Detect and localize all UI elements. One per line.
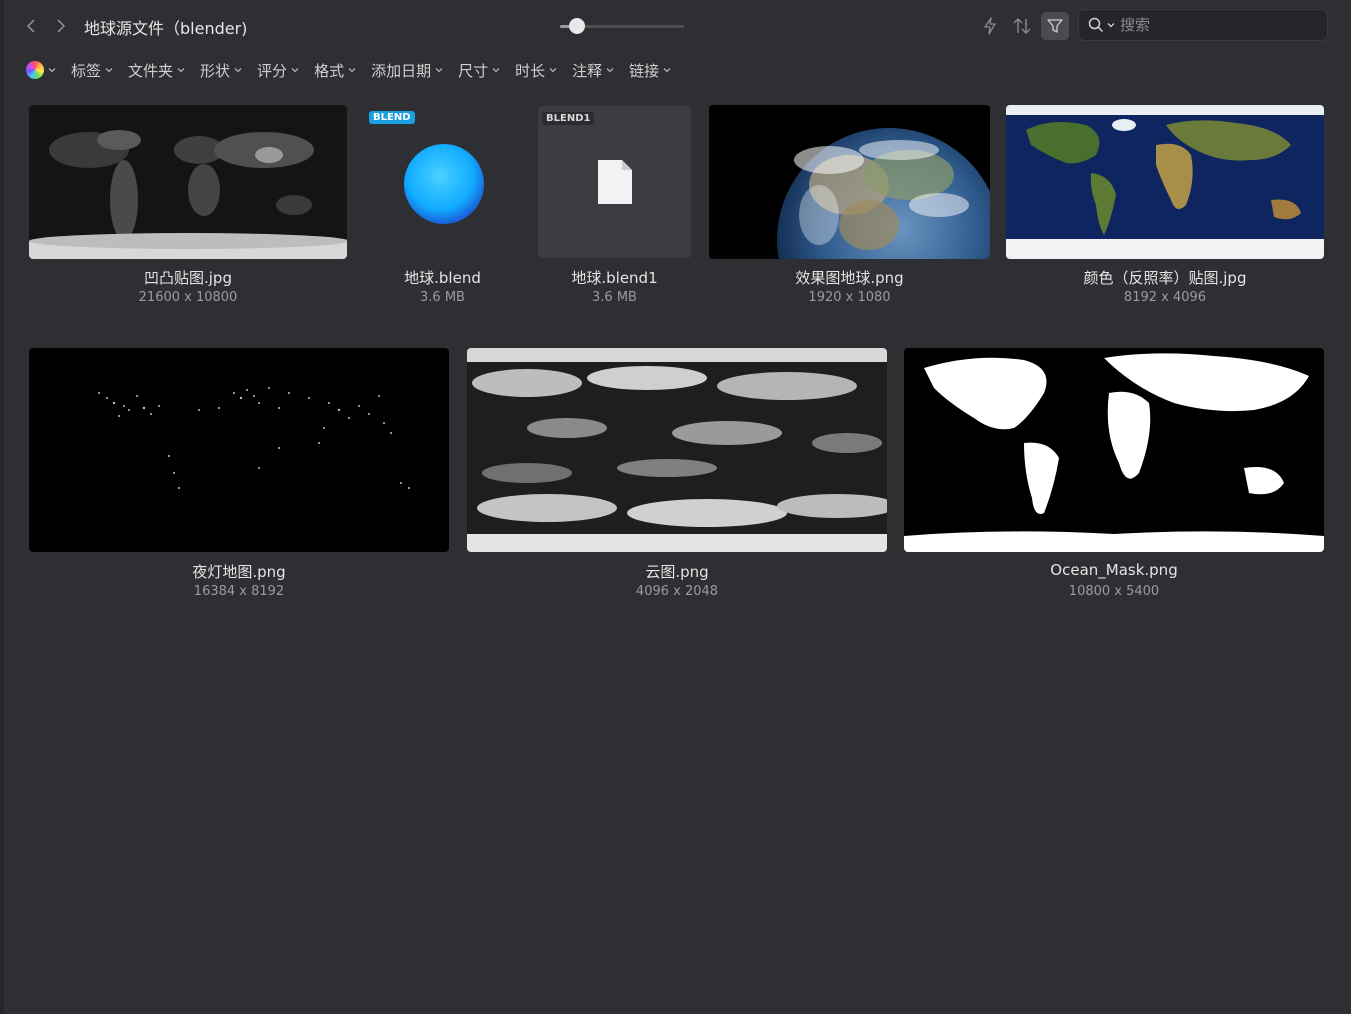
- filter-label: 链接: [629, 61, 660, 80]
- filter-date-added[interactable]: 添加日期: [371, 60, 444, 81]
- thumbnail: [1006, 105, 1324, 259]
- filter-label: 标签: [71, 61, 102, 80]
- sphere-icon: [404, 144, 484, 224]
- file-meta: 8192 x 4096: [1123, 290, 1207, 305]
- file-meta: 3.6 MB: [420, 290, 465, 305]
- filter-label: 时长: [515, 61, 546, 80]
- color-wheel-icon: [26, 61, 44, 79]
- file-meta: 4096 x 2048: [635, 584, 719, 599]
- window-edge: [0, 0, 4, 1014]
- file-meta: 10800 x 5400: [1068, 584, 1160, 599]
- chevron-down-icon: [48, 68, 56, 73]
- chevron-right-icon: [57, 19, 66, 33]
- search-icon: [1088, 17, 1104, 33]
- sort-icon: [1013, 18, 1031, 34]
- filter-label: 格式: [314, 61, 345, 80]
- chevron-down-icon: [549, 68, 557, 73]
- filter-folder[interactable]: 文件夹: [128, 60, 186, 81]
- chevron-down-icon: [291, 68, 299, 73]
- lightning-icon: [984, 17, 996, 35]
- file-name: 效果图地球.png: [795, 269, 904, 287]
- toolbar: 地球源文件（blender): [0, 0, 1351, 52]
- chevron-down-icon: [234, 68, 242, 73]
- file-icon: [598, 160, 632, 204]
- filter-label: 文件夹: [128, 61, 174, 80]
- file-name: 地球.blend: [404, 269, 481, 287]
- filter-label: 评分: [257, 61, 288, 80]
- filter-label: 添加日期: [371, 61, 432, 80]
- file-name: 夜灯地图.png: [192, 563, 286, 581]
- file-name: 云图.png: [645, 563, 709, 581]
- chevron-down-icon: [435, 68, 443, 73]
- forward-button[interactable]: [50, 14, 72, 38]
- chevron-down-icon: [606, 68, 614, 73]
- filter-tags[interactable]: 标签: [71, 60, 114, 81]
- format-badge: BLEND1: [542, 112, 595, 125]
- thumbnail: [538, 106, 691, 258]
- filter-icon: [1047, 19, 1063, 33]
- filter-notes[interactable]: 注释: [572, 60, 615, 81]
- color-filter[interactable]: [26, 61, 57, 79]
- file-name: Ocean_Mask.png: [1050, 561, 1178, 579]
- format-badge: BLEND: [369, 111, 415, 124]
- chevron-down-icon: [177, 68, 185, 73]
- filter-link[interactable]: 链接: [629, 60, 672, 81]
- thumbnail: [709, 105, 990, 259]
- chevron-down-icon[interactable]: [1106, 20, 1116, 30]
- filter-shape[interactable]: 形状: [200, 60, 243, 81]
- filter-bar: 标签 文件夹 形状 评分 格式 添加日期 尺寸 时长 注释 链接: [26, 56, 686, 84]
- chevron-down-icon: [663, 68, 671, 73]
- file-name: 地球.blend1: [571, 269, 658, 287]
- chevron-down-icon: [105, 68, 113, 73]
- sort-button[interactable]: [1008, 12, 1036, 40]
- file-meta: 16384 x 8192: [193, 584, 285, 599]
- thumbnail: [366, 105, 519, 259]
- chevron-down-icon: [492, 68, 500, 73]
- chevron-left-icon: [26, 19, 35, 33]
- file-name: 颜色（反照率）贴图.jpg: [1083, 269, 1247, 287]
- thumbnail: [904, 348, 1324, 552]
- search-box[interactable]: [1078, 9, 1328, 41]
- filter-button[interactable]: [1041, 12, 1069, 40]
- file-meta: 3.6 MB: [592, 290, 637, 305]
- thumbnail: [29, 348, 449, 552]
- file-meta: 1920 x 1080: [808, 290, 891, 305]
- filter-format[interactable]: 格式: [314, 60, 357, 81]
- thumbnail: [29, 105, 347, 259]
- slider-handle[interactable]: [569, 18, 586, 34]
- back-button[interactable]: [20, 14, 42, 38]
- quick-action-button[interactable]: [976, 12, 1004, 40]
- filter-label: 尺寸: [458, 61, 489, 80]
- filter-size[interactable]: 尺寸: [458, 60, 501, 81]
- chevron-down-icon: [348, 68, 356, 73]
- folder-title: 地球源文件（blender): [84, 19, 248, 38]
- filter-duration[interactable]: 时长: [515, 60, 558, 81]
- filter-label: 形状: [200, 61, 231, 80]
- search-input[interactable]: [1120, 16, 1310, 34]
- filter-rating[interactable]: 评分: [257, 60, 300, 81]
- file-name: 凹凸贴图.jpg: [144, 269, 232, 287]
- filter-label: 注释: [572, 61, 603, 80]
- thumbnail: [467, 348, 887, 552]
- file-meta: 21600 x 10800: [138, 290, 238, 305]
